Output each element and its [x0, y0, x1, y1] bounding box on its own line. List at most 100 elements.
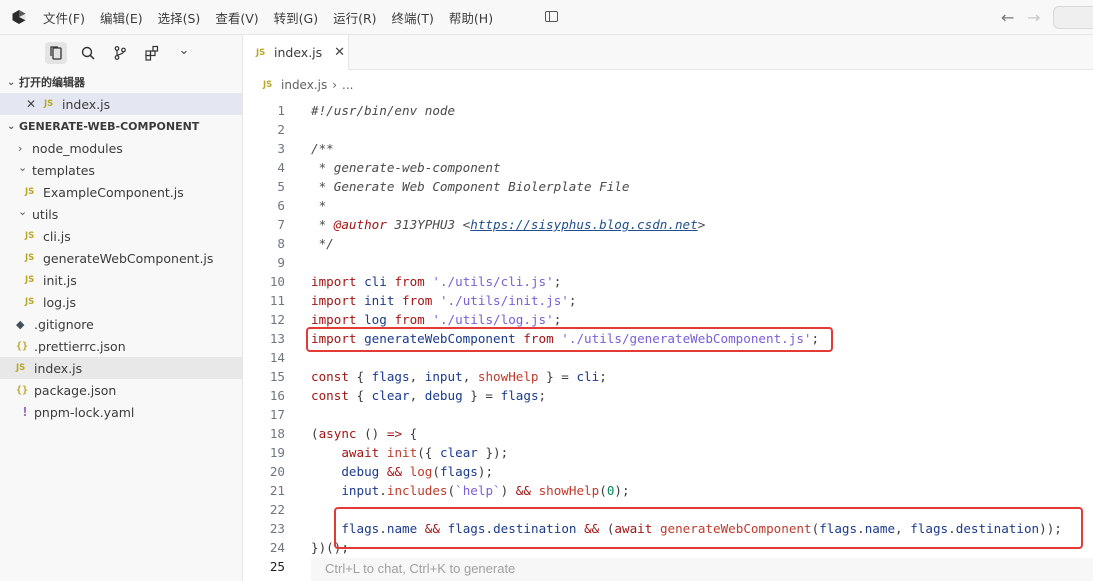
- close-icon[interactable]: ✕: [334, 45, 345, 60]
- more-views-tool[interactable]: ⌄: [173, 42, 195, 64]
- back-arrow-icon[interactable]: ←: [1001, 8, 1014, 27]
- menu-help[interactable]: 帮助(H): [449, 8, 493, 27]
- menu-run[interactable]: 运行(R): [333, 8, 376, 27]
- menu-go[interactable]: 转到(G): [274, 8, 318, 27]
- open-editors-header[interactable]: ⌄ 打开的编辑器: [0, 71, 242, 93]
- json-file-icon: {}: [16, 384, 29, 396]
- code-text: await init({ clear });: [341, 445, 509, 460]
- code-text: import cli from './utils/cli.js';: [311, 274, 562, 289]
- javascript-file-icon: JS: [16, 363, 26, 373]
- tree-item-label: templates: [32, 162, 95, 178]
- code-line: 10 import cli from './utils/cli.js';: [243, 272, 1093, 291]
- line-number: 23: [269, 521, 285, 536]
- extensions-icon: [145, 45, 159, 61]
- code-line: 7 * @author 313YPHU3 <https://sisyphus.b…: [243, 215, 1093, 234]
- code-line: 3 /**: [243, 139, 1093, 158]
- line-number: 12: [269, 312, 285, 327]
- javascript-file-icon: JS: [25, 253, 35, 263]
- breadcrumb: JS index.js › ...: [263, 78, 354, 92]
- code-text: */: [311, 236, 334, 251]
- line-number: 13: [269, 331, 285, 346]
- tree-item-examplecomponent[interactable]: JS ExampleComponent.js: [0, 181, 242, 203]
- close-icon[interactable]: ✕: [26, 97, 44, 111]
- project-folder-header[interactable]: ⌄ GENERATE-WEB-COMPONENT: [0, 115, 242, 137]
- command-center-search[interactable]: [1053, 6, 1093, 29]
- tree-item-label: ExampleComponent.js: [43, 184, 184, 200]
- menu-edit[interactable]: 编辑(E): [100, 8, 143, 27]
- toggle-sidebar-icon[interactable]: [545, 11, 558, 22]
- open-editors-title: 打开的编辑器: [19, 76, 85, 89]
- code-line: 4 * generate-web-component: [243, 158, 1093, 177]
- tree-item-label: utils: [32, 206, 59, 222]
- open-editor-item[interactable]: ✕ JS index.js: [0, 93, 242, 115]
- javascript-file-icon: JS: [44, 99, 54, 109]
- line-number: 16: [269, 388, 285, 403]
- code-text: * @author 313YPHU3 <https://sisyphus.blo…: [311, 217, 706, 232]
- code-text: #!/usr/bin/env node: [311, 103, 456, 118]
- menu-view[interactable]: 查看(V): [215, 8, 258, 27]
- menu-terminal[interactable]: 终端(T): [392, 8, 434, 27]
- json-file-icon: {}: [16, 340, 29, 352]
- tree-item-gitignore[interactable]: ◆ .gitignore: [0, 313, 242, 335]
- breadcrumb-symbol[interactable]: ...: [342, 78, 353, 92]
- line-number: 6: [277, 198, 285, 213]
- code-line: 1 #!/usr/bin/env node: [243, 101, 1093, 120]
- line-number: 18: [269, 426, 285, 441]
- code-line: 21 input.includes(`help`) && showHelp(0)…: [243, 481, 1093, 500]
- code-text: const { flags, input, showHelp } = cli;: [311, 369, 607, 384]
- tree-item-utils[interactable]: ⌄ utils: [0, 203, 242, 225]
- tab-index-js[interactable]: JS index.js ✕: [243, 35, 349, 70]
- tree-item-label: pnpm-lock.yaml: [34, 404, 135, 420]
- line-number: 9: [277, 255, 285, 270]
- code-text: debug && log(flags);: [341, 464, 494, 479]
- line-number: 20: [269, 464, 285, 479]
- chat-hint: Ctrl+L to chat, Ctrl+K to generate: [325, 561, 516, 576]
- line-number: 14: [269, 350, 285, 365]
- extensions-tool[interactable]: [141, 42, 163, 64]
- code-line: 9: [243, 253, 1093, 272]
- tree-item-generatewebcomponent[interactable]: JS generateWebComponent.js: [0, 247, 242, 269]
- line-number: 7: [277, 217, 285, 232]
- line-number: 10: [269, 274, 285, 289]
- tree-item-label: cli.js: [43, 228, 71, 244]
- line-number: 25: [269, 559, 285, 574]
- line-number: 4: [277, 160, 285, 175]
- source-control-tool[interactable]: [109, 42, 131, 64]
- tree-item-prettierrc[interactable]: {} .prettierrc.json: [0, 335, 242, 357]
- line-number: 15: [269, 369, 285, 384]
- tree-item-cli[interactable]: JS cli.js: [0, 225, 242, 247]
- line-number: 21: [269, 483, 285, 498]
- title-bar: 文件(F) 编辑(E) 选择(S) 查看(V) 转到(G) 运行(R) 终端(T…: [0, 0, 1093, 35]
- chevron-down-icon: ⌄: [18, 160, 28, 174]
- tree-item-pnpm-lock[interactable]: ! pnpm-lock.yaml: [0, 401, 242, 423]
- code-line: 11 import init from './utils/init.js';: [243, 291, 1093, 310]
- javascript-file-icon: JS: [25, 275, 35, 285]
- tree-item-label: generateWebComponent.js: [43, 250, 214, 266]
- tree-item-init[interactable]: JS init.js: [0, 269, 242, 291]
- tree-item-log[interactable]: JS log.js: [0, 291, 242, 313]
- app-logo-icon: [12, 10, 26, 24]
- menu-selection[interactable]: 选择(S): [158, 8, 201, 27]
- code-line: 17: [243, 405, 1093, 424]
- tree-item-index[interactable]: JS index.js: [0, 357, 242, 379]
- code-text: /**: [311, 141, 334, 156]
- code-text: *: [311, 198, 327, 213]
- line-number: 3: [277, 141, 285, 156]
- tree-item-package-json[interactable]: {} package.json: [0, 379, 242, 401]
- chevron-down-icon: ⌄: [7, 120, 16, 132]
- source-control-icon: [114, 46, 126, 60]
- chevron-down-icon: ⌄: [18, 204, 28, 218]
- explorer-tool[interactable]: [45, 42, 67, 64]
- menu-file[interactable]: 文件(F): [43, 8, 85, 27]
- tree-item-node-modules[interactable]: › node_modules: [0, 137, 242, 159]
- breadcrumb-file[interactable]: index.js: [281, 78, 327, 92]
- forward-arrow-icon[interactable]: →: [1027, 8, 1040, 27]
- yaml-file-icon: !: [22, 405, 28, 419]
- tree-item-templates[interactable]: ⌄ templates: [0, 159, 242, 181]
- code-text: * generate-web-component: [311, 160, 501, 175]
- code-line: 6 *: [243, 196, 1093, 215]
- tree-item-label: index.js: [34, 360, 83, 376]
- search-tool[interactable]: [77, 42, 99, 64]
- line-number: 22: [269, 502, 285, 517]
- javascript-file-icon: JS: [25, 231, 35, 241]
